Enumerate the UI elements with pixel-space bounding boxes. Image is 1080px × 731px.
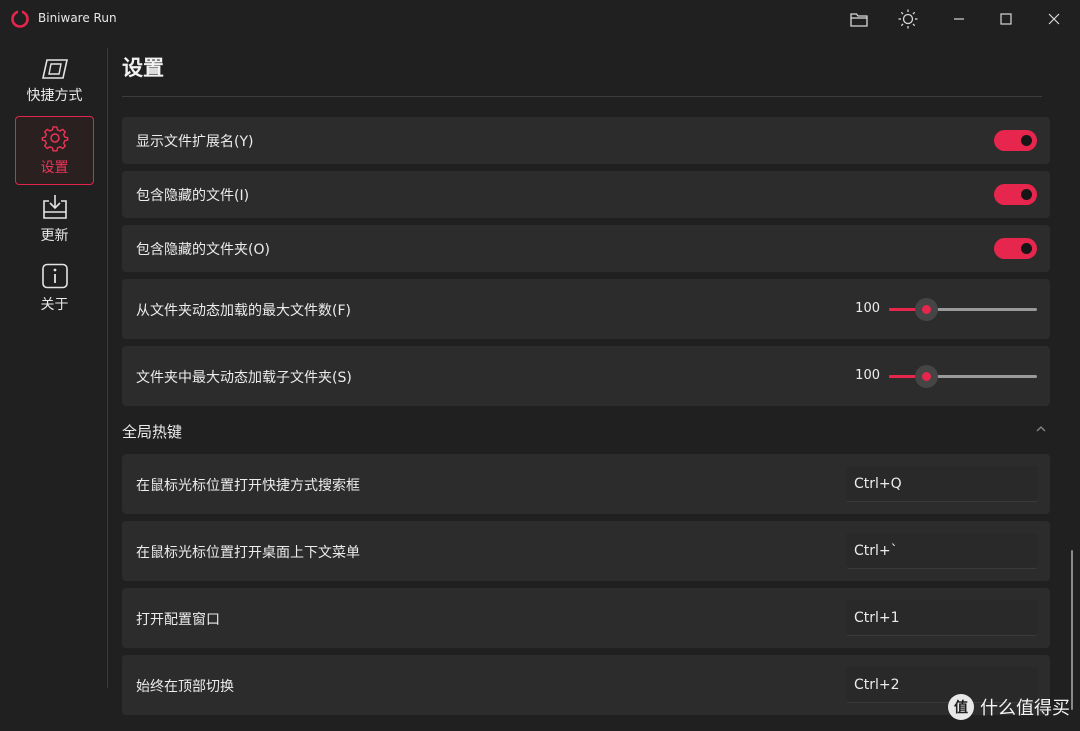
setting-label: 包含隐藏的文件(I) xyxy=(136,188,250,204)
close-icon xyxy=(1048,13,1060,25)
hotkey-input[interactable]: Ctrl+Q xyxy=(846,466,1038,502)
theme-toggle-button[interactable] xyxy=(891,4,925,34)
sidebar-item-label: 设置 xyxy=(40,160,69,176)
hotkey-input[interactable]: Ctrl+` xyxy=(846,533,1038,569)
show-extensions-toggle[interactable] xyxy=(994,130,1037,151)
hotkeys-section-title: 全局热键 xyxy=(122,423,183,441)
include-hidden-folders-toggle[interactable] xyxy=(994,238,1037,259)
minimize-button[interactable] xyxy=(942,4,976,34)
scrollbar[interactable] xyxy=(1071,550,1073,710)
title-bar: Biniware Run xyxy=(0,0,1080,38)
max-files-slider[interactable] xyxy=(889,298,1037,321)
watermark: 值 什么值得买 xyxy=(948,694,1070,720)
app-logo-icon xyxy=(11,10,29,28)
setting-include-hidden-files: 包含隐藏的文件(I) xyxy=(122,171,1050,218)
close-button[interactable] xyxy=(1037,4,1071,34)
hotkey-row: 打开配置窗口 Ctrl+1 xyxy=(122,588,1050,648)
maximize-icon xyxy=(1000,13,1012,25)
info-icon xyxy=(41,263,68,289)
hotkey-input[interactable]: Ctrl+1 xyxy=(846,600,1038,636)
hotkey-row: 在鼠标光标位置打开桌面上下文菜单 Ctrl+` xyxy=(122,521,1050,581)
include-hidden-files-toggle[interactable] xyxy=(994,184,1037,205)
slider-thumb[interactable] xyxy=(915,365,938,388)
hotkey-row: 在鼠标光标位置打开快捷方式搜索框 Ctrl+Q xyxy=(122,454,1050,514)
setting-label: 从文件夹动态加载的最大文件数(F) xyxy=(136,303,351,319)
sidebar-item-label: 更新 xyxy=(40,228,69,244)
download-icon xyxy=(42,195,67,219)
hotkey-label: 在鼠标光标位置打开桌面上下文菜单 xyxy=(136,545,360,561)
hotkey-label: 始终在顶部切换 xyxy=(136,679,234,695)
chevron-up-icon[interactable] xyxy=(1035,424,1047,434)
toggle-knob xyxy=(1021,189,1032,200)
setting-label: 包含隐藏的文件夹(O) xyxy=(136,242,270,258)
setting-label: 显示文件扩展名(Y) xyxy=(136,134,254,150)
sidebar-item-about[interactable]: 关于 xyxy=(15,254,94,323)
sidebar-item-label: 快捷方式 xyxy=(26,88,83,104)
setting-max-subfolders: 文件夹中最大动态加载子文件夹(S) 100 xyxy=(122,346,1050,406)
setting-label: 文件夹中最大动态加载子文件夹(S) xyxy=(136,370,352,386)
minimize-icon xyxy=(954,18,964,20)
sidebar-item-shortcuts[interactable]: 快捷方式 xyxy=(15,47,94,116)
window-title: Biniware Run xyxy=(38,11,117,25)
hotkey-row: 始终在顶部切换 Ctrl+2 xyxy=(122,655,1050,715)
watermark-logo: 值 xyxy=(948,694,974,720)
setting-include-hidden-folders: 包含隐藏的文件夹(O) xyxy=(122,225,1050,272)
setting-show-extensions: 显示文件扩展名(Y) xyxy=(122,117,1050,164)
max-files-value: 100 xyxy=(855,301,880,316)
sidebar-divider xyxy=(107,48,108,688)
watermark-text: 什么值得买 xyxy=(980,698,1070,719)
toggle-knob xyxy=(1021,243,1032,254)
sidebar-item-label: 关于 xyxy=(40,297,69,313)
folder-icon xyxy=(850,12,868,27)
maximize-button[interactable] xyxy=(989,4,1023,34)
max-subfolders-slider[interactable] xyxy=(889,365,1037,388)
setting-max-files: 从文件夹动态加载的最大文件数(F) 100 xyxy=(122,279,1050,339)
gear-icon xyxy=(41,126,68,152)
max-subfolders-value: 100 xyxy=(855,368,880,383)
toggle-knob xyxy=(1021,135,1032,146)
watermark-mark-text: 值 xyxy=(954,700,968,716)
page-title: 设置 xyxy=(122,56,164,80)
title-divider xyxy=(122,96,1042,97)
shortcut-icon xyxy=(41,59,68,79)
sidebar-item-update[interactable]: 更新 xyxy=(15,185,94,254)
sidebar-item-settings[interactable]: 设置 xyxy=(15,116,94,185)
hotkey-label: 在鼠标光标位置打开快捷方式搜索框 xyxy=(136,478,360,494)
hotkey-label: 打开配置窗口 xyxy=(136,612,220,628)
slider-thumb[interactable] xyxy=(915,298,938,321)
theme-icon xyxy=(898,9,918,29)
folder-button[interactable] xyxy=(842,4,876,34)
